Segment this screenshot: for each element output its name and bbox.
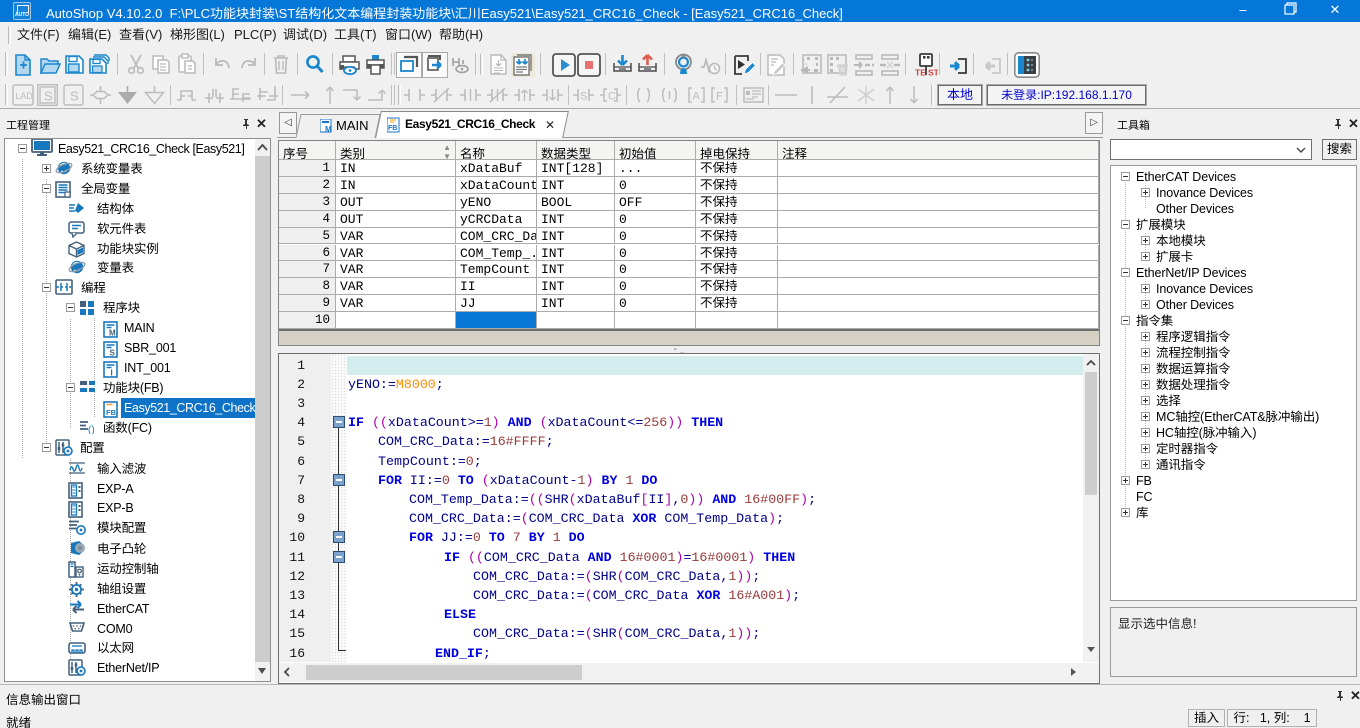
svg-text:FB: FB <box>388 125 397 132</box>
svg-text:I: I <box>111 369 113 378</box>
svg-text:S: S <box>580 91 587 103</box>
svg-text:F: F <box>716 91 723 103</box>
svg-text:S: S <box>44 89 53 104</box>
svg-text:ST: ST <box>928 68 938 77</box>
svg-text:C: C <box>608 91 616 103</box>
svg-text:S: S <box>70 89 79 104</box>
svg-text:A: A <box>693 91 701 103</box>
svg-text:LAD: LAD <box>15 91 33 101</box>
svg-text:FB: FB <box>106 408 117 417</box>
svg-text:(): () <box>88 425 95 434</box>
svg-text:TE: TE <box>915 68 926 77</box>
svg-text:S: S <box>110 349 116 358</box>
svg-text:M: M <box>325 125 332 134</box>
svg-text:M: M <box>109 329 116 338</box>
